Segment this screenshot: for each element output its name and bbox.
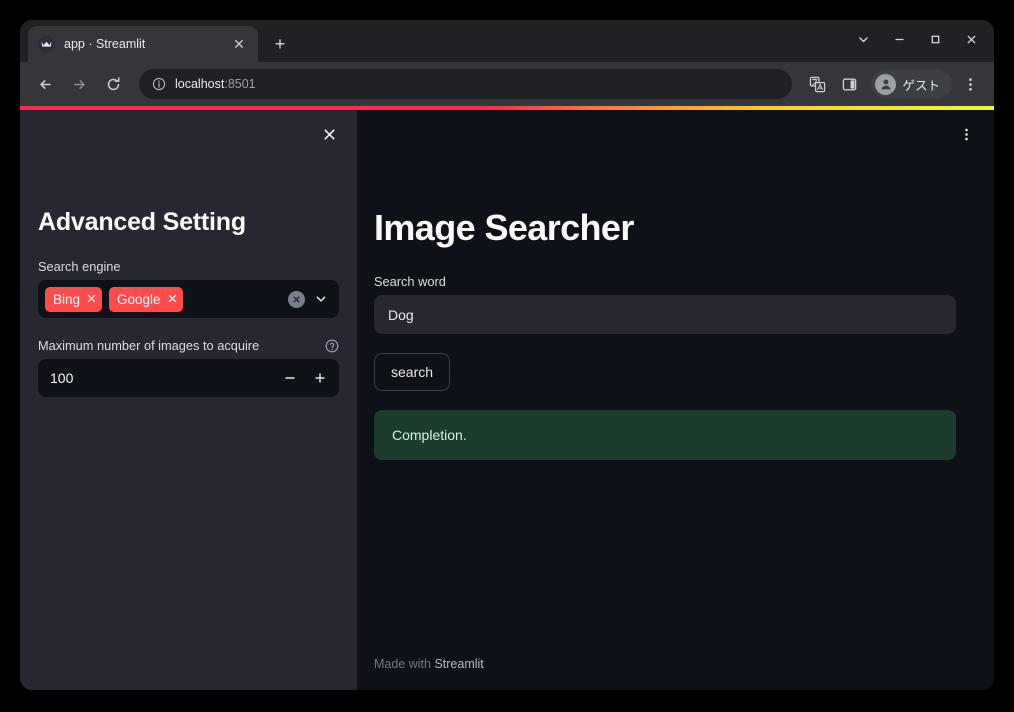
url-host: localhost [175, 77, 225, 91]
main-content: Image Searcher Search word Dog search Co… [357, 110, 994, 690]
search-button[interactable]: search [374, 353, 451, 392]
max-images-number-input[interactable]: 100 [38, 359, 339, 397]
sidebar-content: Advanced Setting Search engine Bing Goog… [38, 110, 339, 397]
sidebar: Advanced Setting Search engine Bing Goog… [20, 110, 357, 690]
sidebar-title: Advanced Setting [38, 208, 246, 236]
reload-icon[interactable] [98, 69, 128, 99]
help-icon[interactable] [324, 338, 339, 353]
max-images-value[interactable]: 100 [38, 370, 275, 386]
decrement-button[interactable] [275, 363, 305, 393]
minimize-icon[interactable] [882, 24, 916, 54]
profile-name: ゲスト [902, 78, 940, 93]
clear-selection-icon[interactable] [288, 290, 305, 308]
main-inner: Image Searcher Search word Dog search Co… [357, 110, 994, 461]
search-input[interactable]: Dog [374, 295, 956, 335]
increment-button[interactable] [305, 363, 335, 393]
max-images-label-row: Maximum number of images to acquire [38, 338, 339, 353]
chevron-down-icon[interactable] [311, 289, 331, 309]
browser-toolbar: localhost:8501 ゲスト [20, 62, 994, 106]
selected-tags: Bing Google [45, 286, 282, 312]
browser-tab-title: app · Streamlit [64, 37, 146, 51]
max-images-label: Maximum number of images to acquire [38, 338, 260, 353]
address-bar[interactable]: localhost:8501 [139, 69, 793, 99]
browser-tab-strip: app · Streamlit ✕ + [20, 20, 994, 62]
window-close-icon[interactable] [954, 24, 988, 54]
back-icon[interactable] [30, 69, 60, 99]
tag-label: Google [117, 291, 161, 307]
status-alert: Completion. [374, 410, 956, 461]
close-icon[interactable]: ✕ [230, 35, 248, 53]
tag-remove-icon[interactable] [87, 293, 96, 305]
search-word-label: Search word [374, 274, 446, 290]
footer: Made with Streamlit [374, 657, 484, 671]
search-engine-label: Search engine [38, 259, 121, 274]
browser-window: app · Streamlit ✕ + localhost:8501 ゲスト A… [20, 20, 994, 690]
tag-remove-icon[interactable] [168, 293, 177, 305]
profile-button[interactable]: ゲスト [871, 70, 952, 98]
page-title: Image Searcher [374, 207, 634, 248]
browser-tab[interactable]: app · Streamlit ✕ [28, 26, 258, 62]
sidebar-close-icon[interactable] [315, 120, 343, 148]
url-port: :8501 [224, 77, 256, 91]
tag-google[interactable]: Google [109, 286, 183, 312]
maximize-icon[interactable] [918, 24, 952, 54]
tag-bing[interactable]: Bing [45, 286, 103, 312]
search-input-value: Dog [388, 306, 414, 323]
search-engine-multiselect[interactable]: Bing Google [38, 280, 339, 318]
search-engine-label-row: Search engine [38, 259, 339, 274]
translate-icon[interactable] [803, 70, 831, 98]
window-controls [846, 24, 988, 54]
search-word-label-row: Search word [374, 274, 956, 289]
address-bar-text: localhost:8501 [175, 77, 256, 91]
tag-label: Bing [53, 291, 81, 307]
chevron-down-icon[interactable] [846, 24, 880, 54]
avatar [875, 73, 897, 95]
streamlit-app: Advanced Setting Search engine Bing Goog… [20, 110, 994, 690]
footer-brand[interactable]: Streamlit [434, 657, 483, 671]
streamlit-favicon [38, 35, 55, 53]
site-info-icon[interactable] [151, 77, 166, 92]
side-panel-icon[interactable] [835, 70, 863, 98]
footer-prefix: Made with [374, 657, 435, 671]
new-tab-button[interactable]: + [266, 30, 294, 58]
app-menu-icon[interactable] [952, 120, 980, 148]
browser-menu-icon[interactable] [956, 70, 984, 98]
forward-icon[interactable] [64, 69, 94, 99]
